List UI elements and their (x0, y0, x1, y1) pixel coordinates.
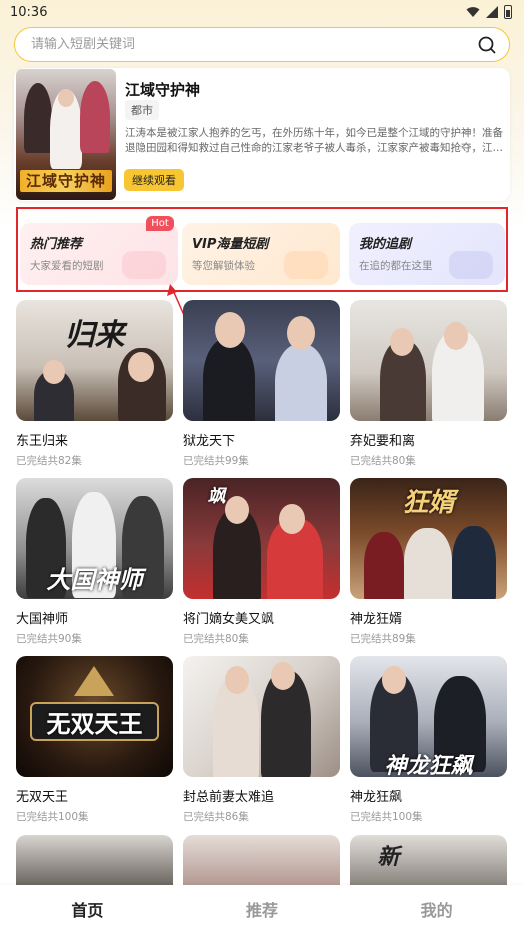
drama-poster[interactable]: 新 (350, 835, 507, 885)
drama-title: 封总前妻太难追 (183, 790, 275, 805)
drama-poster[interactable]: 无双天王 (16, 656, 173, 777)
drama-episodes: 已完结共89集 (350, 633, 416, 645)
drama-episodes: 已完结共100集 (16, 811, 89, 823)
nav-mine[interactable]: 我的 (382, 897, 492, 921)
featured-card[interactable]: 江域守护神 江域守护神 都市 江涛本是被江家人抱养的乞丐，在外历练十年，如今已是… (14, 68, 510, 201)
drama-poster-text: 狂婿 (402, 488, 455, 518)
drama-card[interactable]: 狂婿 神龙狂婿 已完结共89集 (350, 478, 507, 656)
drama-grid-next-row: 新 (16, 835, 508, 885)
signal-icon (486, 6, 498, 18)
featured-poster[interactable]: 江域守护神 (16, 69, 116, 200)
drama-title: 神龙狂飙 (350, 790, 403, 805)
drama-card[interactable]: 神龙狂飙 神龙狂飙 已完结共100集 (350, 656, 507, 834)
featured-description: 江涛本是被江家人抱养的乞丐，在外历练十年，如今已是整个江域的守护神！准备退隐田园… (125, 127, 503, 154)
status-icons (466, 5, 512, 19)
wifi-icon (466, 7, 480, 17)
drama-episodes: 已完结共82集 (16, 455, 82, 467)
drama-poster[interactable]: 大国神师 (16, 478, 173, 599)
drama-title: 无双天王 (16, 790, 69, 805)
drama-poster-text: 新 (377, 845, 400, 870)
drama-card[interactable]: 封总前妻太难追 已完结共86集 (183, 656, 340, 834)
drama-poster-text: 无双天王 (30, 702, 159, 741)
status-bar: 10:36 (0, 0, 524, 24)
drama-poster[interactable] (16, 835, 173, 885)
drama-episodes: 已完结共90集 (16, 633, 82, 645)
drama-poster-text: 大国神师 (46, 566, 143, 594)
drama-title: 狱龙天下 (183, 434, 236, 449)
drama-card[interactable]: 归来 东王归来 已完结共82集 (16, 300, 173, 478)
drama-poster-text: 飒 (207, 486, 226, 507)
continue-watching-button[interactable]: 继续观看 (124, 169, 184, 191)
search-bar[interactable] (14, 27, 510, 62)
drama-card[interactable]: 大国神师 大国神师 已完结共90集 (16, 478, 173, 656)
featured-title: 江域守护神 (125, 81, 201, 99)
search-icon[interactable] (477, 35, 497, 55)
drama-poster[interactable] (183, 300, 340, 421)
battery-icon (504, 5, 512, 19)
highlight-annotation-box (16, 207, 508, 292)
search-input[interactable] (31, 37, 477, 52)
bottom-nav: 首页 推荐 我的 (0, 885, 524, 932)
drama-poster[interactable]: 飒 (183, 478, 340, 599)
drama-poster[interactable]: 归来 (16, 300, 173, 421)
drama-title: 神龙狂婿 (350, 612, 403, 627)
drama-episodes: 已完结共80集 (183, 633, 249, 645)
drama-episodes: 已完结共99集 (183, 455, 249, 467)
status-time: 10:36 (10, 4, 48, 20)
drama-card[interactable]: 弃妃要和离 已完结共80集 (350, 300, 507, 478)
featured-poster-text: 江域守护神 (20, 170, 112, 192)
nav-recommend[interactable]: 推荐 (207, 897, 317, 921)
drama-title: 将门嫡女美又飒 (183, 612, 275, 627)
drama-episodes: 已完结共86集 (183, 811, 249, 823)
drama-poster[interactable]: 神龙狂飙 (350, 656, 507, 777)
drama-title: 东王归来 (16, 434, 69, 449)
featured-genre-tag: 都市 (125, 100, 159, 120)
drama-card[interactable]: 无双天王 无双天王 已完结共100集 (16, 656, 173, 834)
drama-poster[interactable] (183, 656, 340, 777)
drama-poster[interactable] (183, 835, 340, 885)
drama-poster[interactable] (350, 300, 507, 421)
drama-card[interactable]: 狱龙天下 已完结共99集 (183, 300, 340, 478)
drama-episodes: 已完结共80集 (350, 455, 416, 467)
drama-poster[interactable]: 狂婿 (350, 478, 507, 599)
drama-poster-text: 归来 (64, 318, 125, 353)
drama-grid: 归来 东王归来 已完结共82集 狱龙天下 已完结共99集 弃妃要和离 已完结共8… (16, 300, 508, 834)
drama-poster-text: 神龙狂飙 (384, 754, 473, 777)
nav-home[interactable]: 首页 (32, 897, 142, 921)
drama-title: 大国神师 (16, 612, 69, 627)
drama-card[interactable]: 飒 将门嫡女美又飒 已完结共80集 (183, 478, 340, 656)
drama-title: 弃妃要和离 (350, 434, 416, 449)
drama-episodes: 已完结共100集 (350, 811, 423, 823)
